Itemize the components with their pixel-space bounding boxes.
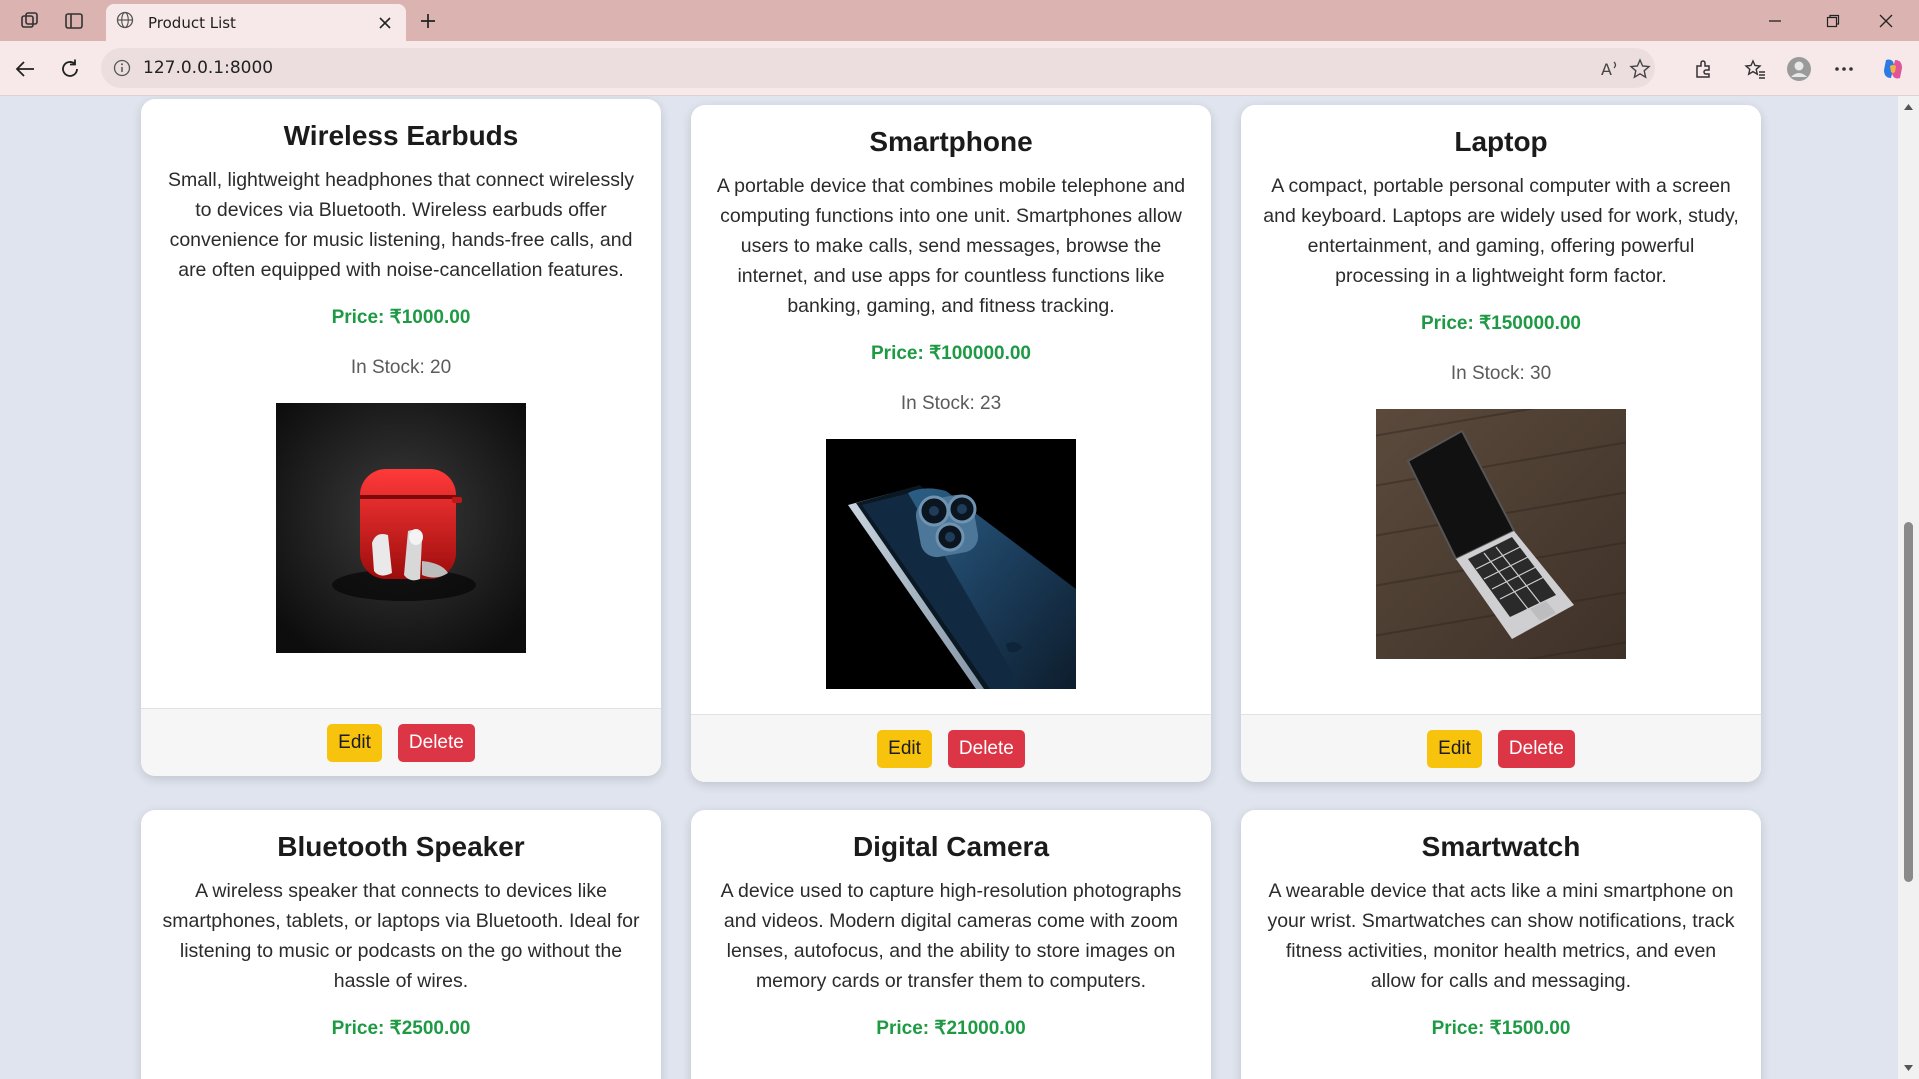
browser-toolbar: 127.0.0.1:8000 A [0,41,1919,96]
read-aloud-icon[interactable]: A [1598,57,1622,81]
vertical-tabs-icon[interactable] [61,8,87,34]
product-title: Laptop [1454,126,1548,157]
tab-title: Product List [148,13,236,32]
edit-button[interactable]: Edit [877,729,932,768]
card-actions: Edit Delete [1241,714,1761,782]
workspaces-icon[interactable] [17,8,43,34]
tab-product-list[interactable]: Product List [106,4,406,41]
earbuds-photo [276,403,526,653]
back-icon[interactable] [9,53,41,85]
copilot-icon[interactable] [1879,55,1907,83]
product-title: Bluetooth Speaker [277,831,525,862]
delete-button[interactable]: Delete [1497,729,1575,768]
close-tab-icon[interactable] [374,12,396,34]
scrollbar-thumb[interactable] [1904,522,1913,882]
scroll-up-icon[interactable] [1902,102,1915,112]
product-description: A portable device that combines mobile t… [716,175,1186,317]
minimize-icon[interactable] [1752,6,1798,36]
card-actions: Edit Delete [691,714,1211,782]
product-card: Laptop A compact, portable personal comp… [1241,105,1761,782]
product-price: Price: ₹100000.00 [871,343,1031,364]
restore-icon[interactable] [1810,6,1856,36]
product-card: Digital Camera A device used to capture … [691,810,1211,1079]
product-description: A device used to capture high-resolution… [720,880,1182,992]
card-actions: Edit Delete [141,708,661,776]
new-tab-button[interactable] [414,7,442,35]
product-price: Price: ₹1500.00 [1431,1018,1571,1039]
product-price: Price: ₹1000.00 [331,307,471,328]
browser-titlebar: Product List [0,0,1919,41]
product-title: Smartphone [869,126,1033,157]
product-title: Smartwatch [1421,831,1581,862]
product-description: A compact, portable personal computer wi… [1263,175,1739,287]
svg-text:A: A [1601,60,1612,79]
vertical-scrollbar[interactable] [1898,96,1919,1079]
reload-icon[interactable] [54,53,86,85]
globe-icon [116,11,134,34]
product-description: Small, lightweight headphones that conne… [167,169,635,281]
site-info-icon[interactable] [111,57,133,79]
product-price: Price: ₹150000.00 [1421,313,1581,334]
product-price: Price: ₹21000.00 [876,1018,1026,1039]
profile-avatar-icon[interactable] [1785,55,1813,83]
product-stock: In Stock: 20 [350,357,452,378]
address-bar[interactable]: 127.0.0.1:8000 A [101,48,1655,88]
product-price: Price: ₹2500.00 [331,1018,471,1039]
favorite-star-icon[interactable] [1628,57,1652,81]
laptop-photo [1376,409,1626,659]
product-title: Digital Camera [852,831,1050,862]
product-description: A wearable device that acts like a mini … [1267,880,1735,992]
url-text[interactable]: 127.0.0.1:8000 [143,58,273,78]
smartphone-photo [826,439,1076,689]
close-window-icon[interactable] [1863,6,1909,36]
product-card: Bluetooth Speaker A wireless speaker tha… [141,810,661,1079]
product-card: Smartphone A portable device that combin… [691,105,1211,782]
delete-button[interactable]: Delete [397,723,475,762]
favorites-icon[interactable] [1741,55,1769,83]
edit-button[interactable]: Edit [327,723,382,762]
edit-button[interactable]: Edit [1427,729,1482,768]
product-stock: In Stock: 30 [1450,363,1552,384]
page-viewport: Wireless Earbuds Small, lightweight head… [0,96,1898,1079]
delete-button[interactable]: Delete [947,729,1025,768]
scroll-down-icon[interactable] [1902,1063,1915,1073]
product-card: Smartwatch A wearable device that acts l… [1241,810,1761,1079]
more-menu-icon[interactable] [1830,55,1858,83]
extensions-icon[interactable] [1690,55,1718,83]
product-description: A wireless speaker that connects to devi… [162,880,640,992]
product-stock: In Stock: 23 [900,393,1002,414]
product-title: Wireless Earbuds [283,120,519,151]
product-card: Wireless Earbuds Small, lightweight head… [141,99,661,776]
